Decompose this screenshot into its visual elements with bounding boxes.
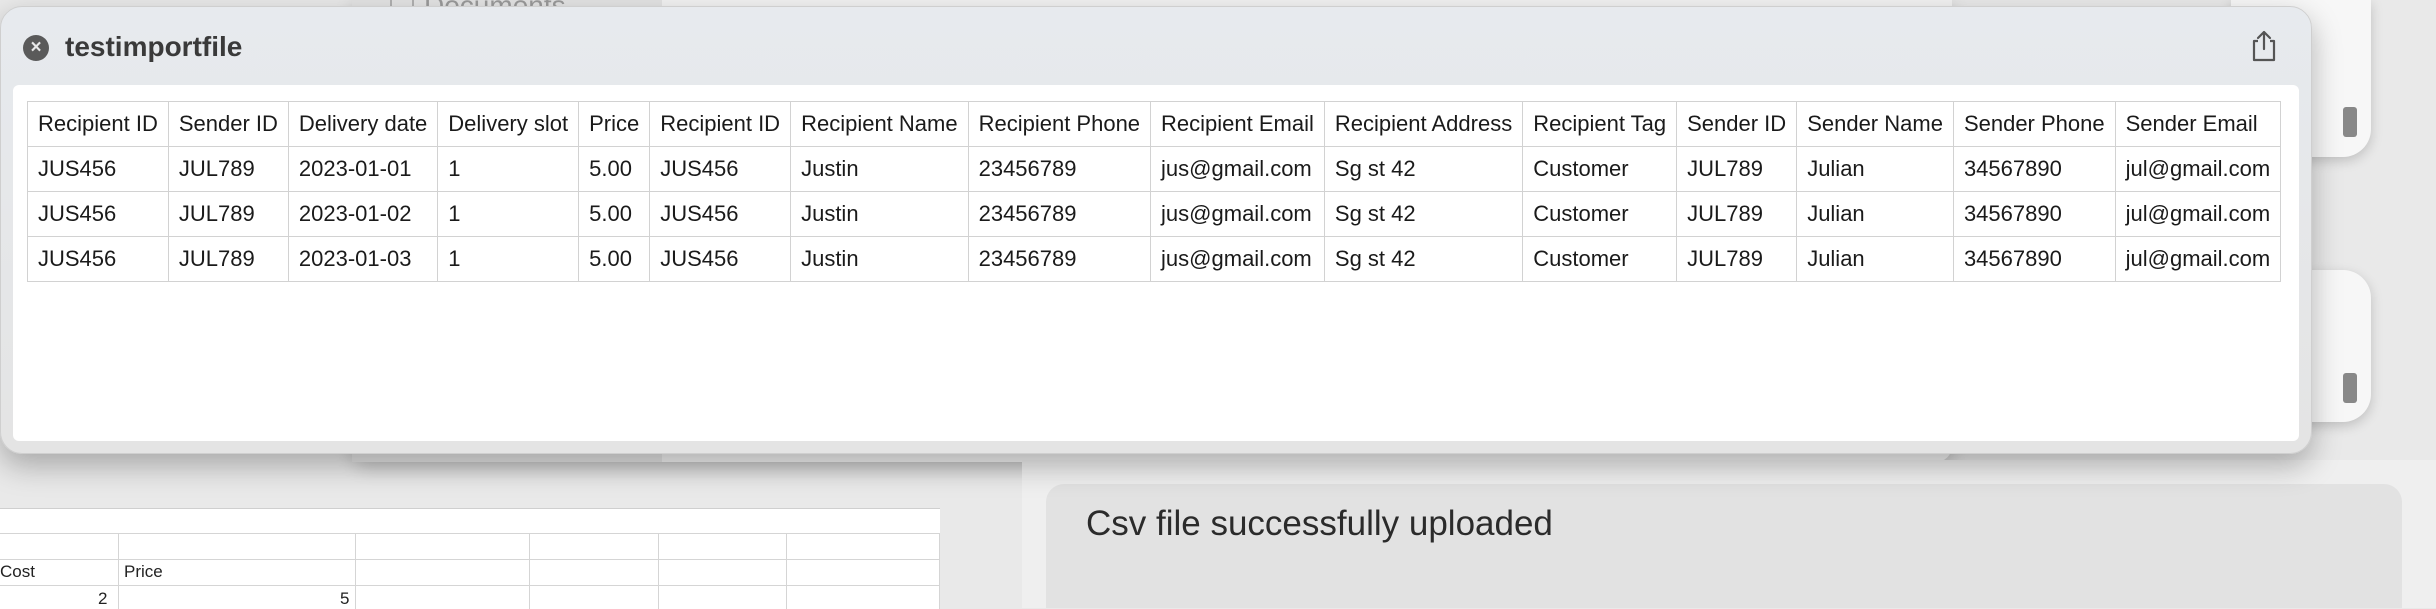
spreadsheet-area: Cost Price 2 5 [0, 508, 940, 609]
table-row: JUS456 JUL789 2023-01-03 1 5.00 JUS456 Justin 2… [27, 236, 2282, 282]
table-cell: 23456789 [967, 146, 1152, 192]
table-cell: JUL789 [1676, 146, 1798, 192]
grid-line [118, 533, 119, 609]
table-cell: Julian [1796, 191, 1954, 237]
column-header: Recipient Phone [967, 101, 1152, 147]
table-cell: 34567890 [1952, 236, 2116, 282]
table-cell: 5.00 [578, 191, 651, 237]
table-cell: 34567890 [1952, 191, 2116, 237]
column-header: Sender Email [2114, 101, 2282, 147]
window-title: testimportfile [65, 31, 243, 62]
table-cell: JUS456 [649, 191, 792, 237]
grid-line [658, 533, 659, 609]
column-header: Recipient ID [649, 101, 792, 147]
grid-line [0, 533, 940, 534]
column-header: Sender Name [1796, 101, 1954, 147]
grid-line [0, 559, 940, 560]
table-cell: 5.00 [578, 236, 651, 282]
table-cell: Customer [1522, 146, 1678, 192]
table-cell: 1 [437, 146, 580, 192]
table-cell: JUL789 [167, 191, 289, 237]
table-cell: JUL789 [167, 236, 289, 282]
column-header: Price [578, 101, 651, 147]
table-cell: 2023-01-01 [287, 146, 439, 192]
column-header: Delivery slot [437, 101, 580, 147]
table-cell: Sg st 42 [1323, 146, 1524, 192]
table-cell: jul@gmail.com [2114, 146, 2282, 192]
quicklook-window: × testimportfile Recipient ID Sender ID De… [0, 6, 2312, 454]
table-cell: jus@gmail.com [1150, 236, 1325, 282]
table-cell: 23456789 [967, 236, 1152, 282]
table-cell: jus@gmail.com [1150, 191, 1325, 237]
status-panel: Csv file successfully uploaded [1022, 460, 2436, 608]
table-cell: 1 [437, 236, 580, 282]
table-cell: JUL789 [1676, 191, 1798, 237]
table-cell: Customer [1522, 191, 1678, 237]
grid-line [529, 533, 530, 609]
grid-line [0, 585, 940, 586]
table-row: JUS456 JUL789 2023-01-01 1 5.00 JUS456 Justin 2… [27, 146, 2282, 192]
table-cell: Customer [1522, 236, 1678, 282]
table-row: JUS456 JUL789 2023-01-02 1 5.00 JUS456 Justin 2… [27, 191, 2282, 237]
column-header: Sender ID [167, 101, 289, 147]
sheet-cell-price[interactable]: 5 [340, 589, 349, 609]
table-cell: 5.00 [578, 146, 651, 192]
table-cell: 2023-01-03 [287, 236, 439, 282]
column-header: Recipient Email [1150, 101, 1325, 147]
table-cell: jul@gmail.com [2114, 236, 2282, 282]
table-cell: 2023-01-02 [287, 191, 439, 237]
table-cell: Justin [790, 146, 969, 192]
table-cell: Justin [790, 236, 969, 282]
table-cell: 1 [437, 191, 580, 237]
share-icon[interactable] [2249, 29, 2279, 63]
table-cell: Julian [1796, 146, 1954, 192]
table-cell: JUL789 [167, 146, 289, 192]
table-cell: jus@gmail.com [1150, 146, 1325, 192]
sheet-cell-cost[interactable]: 2 [98, 589, 107, 609]
sheet-header-price[interactable]: Price [124, 562, 163, 582]
csv-table: Recipient ID Sender ID Delivery date Delive… [27, 101, 2282, 282]
table-cell: JUS456 [649, 146, 792, 192]
table-cell: JUS456 [27, 191, 169, 237]
scrollbar-handle[interactable] [2343, 373, 2357, 403]
csv-preview: Recipient ID Sender ID Delivery date Delive… [13, 85, 2299, 441]
table-cell: Sg st 42 [1323, 236, 1524, 282]
scrollbar-handle[interactable] [2343, 107, 2357, 137]
table-cell: JUS456 [27, 146, 169, 192]
table-cell: JUS456 [27, 236, 169, 282]
table-body: JUS456 JUL789 2023-01-01 1 5.00 JUS456 Justin 2… [27, 146, 2282, 282]
table-cell: JUL789 [1676, 236, 1798, 282]
table-cell: JUS456 [649, 236, 792, 282]
table-cell: 23456789 [967, 191, 1152, 237]
column-header: Recipient ID [27, 101, 169, 147]
table-cell: jul@gmail.com [2114, 191, 2282, 237]
table-cell: Sg st 42 [1323, 191, 1524, 237]
table-cell: 34567890 [1952, 146, 2116, 192]
column-header: Recipient Tag [1522, 101, 1678, 147]
grid-line [786, 533, 787, 609]
grid-line [355, 533, 356, 609]
table-cell: Julian [1796, 236, 1954, 282]
column-header: Recipient Name [790, 101, 969, 147]
table-cell: Justin [790, 191, 969, 237]
sheet-header-cost[interactable]: Cost [0, 562, 35, 582]
close-icon[interactable]: × [23, 35, 49, 61]
column-header: Sender ID [1676, 101, 1798, 147]
status-message-box: Csv file successfully uploaded [1046, 484, 2402, 608]
table-header-row: Recipient ID Sender ID Delivery date Delive… [27, 101, 2282, 147]
column-header: Sender Phone [1952, 101, 2116, 147]
status-message: Csv file successfully uploaded [1086, 504, 1553, 543]
grid-line [939, 533, 940, 609]
column-header: Delivery date [287, 101, 439, 147]
column-header: Recipient Address [1323, 101, 1524, 147]
